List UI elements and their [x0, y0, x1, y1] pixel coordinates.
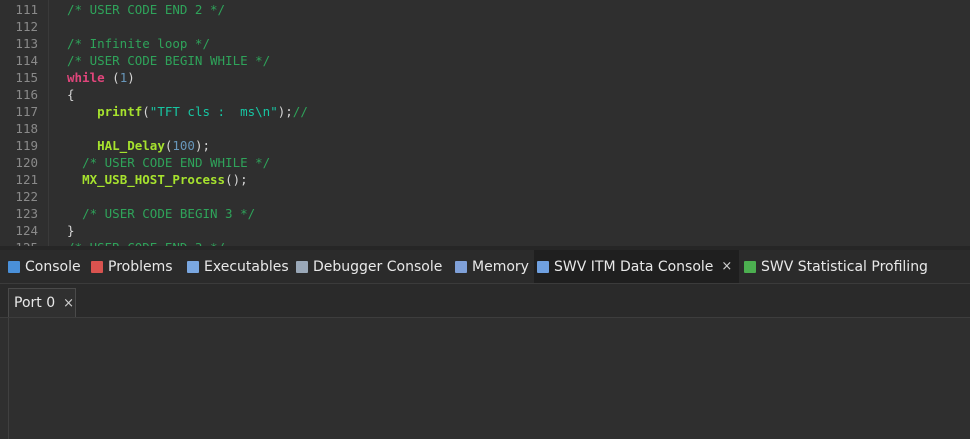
code-line[interactable]: 125 /* USER CODE END 3 */ — [0, 239, 970, 246]
code-text: } — [67, 222, 75, 239]
line-number: 117 — [15, 104, 38, 119]
line-number: 118 — [15, 121, 38, 136]
code-token-plain: (); — [225, 172, 248, 187]
line-number: 122 — [15, 189, 38, 204]
code-line[interactable]: 116 { — [0, 86, 970, 103]
code-token-num: 100 — [172, 138, 195, 153]
code-text: HAL_Delay(100); — [67, 137, 210, 154]
line-number: 123 — [15, 206, 38, 221]
code-token-plain: ( — [142, 104, 150, 119]
code-token-comment: /* USER CODE BEGIN 3 */ — [82, 206, 256, 221]
code-token-str: "TFT cls : ms\n" — [149, 104, 278, 119]
view-tab-swv-itm-data-console[interactable]: SWV ITM Data Console × — [534, 250, 739, 283]
port-0-tab[interactable]: Port 0 × — [8, 288, 76, 317]
problems-icon — [91, 260, 103, 273]
port-tab-strip: Port 0 × — [0, 284, 970, 318]
view-tab-debugger-console[interactable]: Debugger Console — [296, 250, 448, 283]
port-tab-label: Port 0 — [14, 295, 56, 311]
itm-console-output[interactable] — [8, 318, 970, 439]
code-token-fn: HAL_Delay — [97, 138, 165, 153]
code-line[interactable]: 115 while (1) — [0, 69, 970, 86]
code-text: /* USER CODE BEGIN 3 */ — [67, 205, 255, 222]
code-text: /* Infinite loop */ — [67, 35, 210, 52]
line-number: 124 — [15, 223, 38, 238]
code-text: while (1) — [67, 69, 135, 86]
code-token-comment: /* Infinite loop */ — [67, 36, 210, 51]
code-token-plain: ) — [127, 70, 135, 85]
swv-itm-icon — [537, 260, 549, 273]
view-tab-label: SWV ITM Data Console — [554, 258, 714, 275]
code-token-kw: while — [67, 70, 105, 85]
code-text: { — [67, 86, 75, 103]
line-number: 111 — [15, 2, 38, 17]
code-text: printf("TFT cls : ms\n");// — [67, 103, 308, 120]
code-text: /* USER CODE END WHILE */ — [67, 154, 270, 171]
memory-icon — [455, 260, 467, 273]
view-tab-label: Executables — [204, 258, 289, 275]
code-token-comment: /* USER CODE END 2 */ — [67, 2, 226, 17]
code-token-plain: } — [67, 223, 75, 238]
line-number: 121 — [15, 172, 38, 187]
code-line[interactable]: 122 — [0, 188, 970, 205]
executables-icon — [187, 260, 199, 273]
line-number: 116 — [15, 87, 38, 102]
view-tab-label: Debugger Console — [313, 258, 443, 275]
code-token-fn: printf — [97, 104, 143, 119]
view-tab-label: Memory — [472, 258, 529, 275]
line-number: 125 — [0, 239, 38, 246]
view-tab-swv-statistical-profiling[interactable]: SWV Statistical Profiling — [744, 250, 934, 283]
view-tab-executables[interactable]: Executables — [187, 250, 291, 283]
code-text: /* USER CODE END 3 */ — [67, 239, 225, 246]
view-tab-label: Problems — [108, 258, 173, 275]
code-line[interactable]: 114 /* USER CODE BEGIN WHILE */ — [0, 52, 970, 69]
bottom-view-tabs: Console Problems Executables Debugger Conso… — [0, 250, 970, 284]
line-number: 113 — [15, 36, 38, 51]
code-line[interactable]: 121 MX_USB_HOST_Process(); — [0, 171, 970, 188]
console-icon — [8, 260, 20, 273]
code-token-plain: ); — [277, 104, 293, 119]
line-number: 120 — [15, 155, 38, 170]
code-token-plain: ); — [194, 138, 211, 153]
view-tab-label: Console — [25, 258, 81, 275]
line-number: 114 — [15, 53, 38, 68]
code-token-comment: /* USER CODE END WHILE */ — [82, 155, 271, 170]
code-line[interactable]: 111 /* USER CODE END 2 */ — [0, 1, 970, 18]
line-number: 112 — [15, 19, 38, 34]
close-icon[interactable]: × — [63, 296, 74, 311]
line-number: 115 — [15, 70, 38, 85]
close-icon[interactable]: × — [721, 259, 732, 274]
code-token-comment: // — [292, 104, 308, 119]
code-token-fn: MX_USB_HOST_Process — [82, 172, 226, 187]
code-token-plain: { — [67, 87, 75, 102]
view-tab-console[interactable]: Console — [8, 250, 86, 283]
swv-profiling-icon — [744, 260, 756, 273]
code-line[interactable]: 123 /* USER CODE BEGIN 3 */ — [0, 205, 970, 222]
view-tab-memory[interactable]: Memory — [455, 250, 531, 283]
debugger-console-icon — [296, 260, 308, 273]
line-number: 119 — [15, 138, 38, 153]
view-tab-problems[interactable]: Problems — [91, 250, 181, 283]
code-line[interactable]: 120 /* USER CODE END WHILE */ — [0, 154, 970, 171]
code-line[interactable]: 124} — [0, 222, 970, 239]
code-token-comment: /* USER CODE BEGIN WHILE */ — [67, 53, 271, 68]
code-text: MX_USB_HOST_Process(); — [67, 171, 248, 188]
code-text: /* USER CODE END 2 */ — [67, 1, 225, 18]
code-editor[interactable]: 111 /* USER CODE END 2 */ 112 113 /* Infinit… — [0, 0, 970, 246]
code-line[interactable]: 113 /* Infinite loop */ — [0, 35, 970, 52]
code-line[interactable]: 112 — [0, 18, 970, 35]
code-line[interactable]: 118 — [0, 120, 970, 137]
code-line[interactable]: 119 HAL_Delay(100); — [0, 137, 970, 154]
code-text: /* USER CODE BEGIN WHILE */ — [67, 52, 270, 69]
view-tab-label: SWV Statistical Profiling — [761, 258, 928, 275]
code-line[interactable]: 117 printf("TFT cls : ms\n");// — [0, 103, 970, 120]
code-token-plain: ( — [104, 70, 120, 85]
